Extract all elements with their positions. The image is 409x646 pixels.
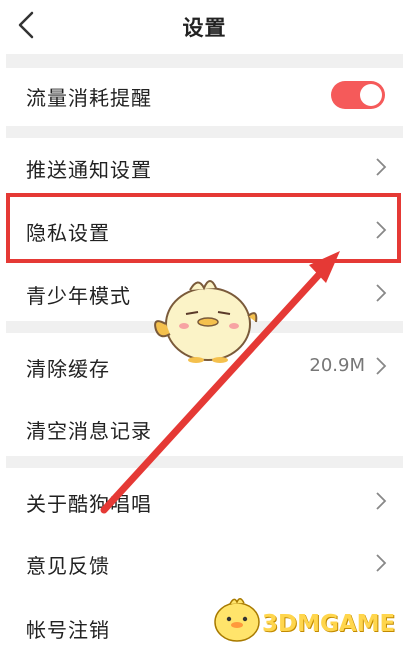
watermark-text: 3DMGAME (262, 611, 396, 637)
chevron-right-icon (376, 492, 387, 510)
feedback-label: 意见反馈 (26, 554, 110, 578)
clear-cache-label: 清除缓存 (26, 357, 110, 381)
chevron-right-icon (376, 158, 387, 176)
traffic-reminder-toggle[interactable] (331, 81, 385, 109)
chick-mascot-icon (154, 280, 258, 363)
push-settings-row[interactable]: 推送通知设置 (6, 138, 403, 196)
push-settings-label: 推送通知设置 (26, 158, 152, 182)
about-row[interactable]: 关于酷狗唱唱 (6, 468, 403, 532)
account-cancel-label: 帐号注销 (26, 618, 110, 642)
toggle-knob (360, 84, 382, 106)
chevron-right-icon (376, 554, 387, 572)
traffic-reminder-row[interactable]: 流量消耗提醒 (6, 68, 403, 126)
privacy-settings-label: 隐私设置 (26, 221, 110, 245)
clear-messages-row[interactable]: 清空消息记录 (6, 398, 403, 456)
cache-size-value: 20.9M (309, 355, 365, 376)
about-label: 关于酷狗唱唱 (26, 492, 152, 516)
section-gap (6, 54, 403, 68)
youth-mode-label: 青少年模式 (26, 284, 131, 308)
header: 设置 (0, 0, 409, 54)
feedback-row[interactable]: 意见反馈 (6, 533, 403, 593)
chevron-right-icon (376, 357, 387, 375)
traffic-reminder-label: 流量消耗提醒 (26, 86, 152, 110)
chevron-right-icon (376, 284, 387, 302)
section-gap (6, 456, 403, 468)
privacy-settings-row[interactable]: 隐私设置 (6, 197, 403, 261)
clear-messages-label: 清空消息记录 (26, 419, 152, 443)
watermark-chick-icon (214, 598, 260, 642)
section-gap (6, 126, 403, 138)
chevron-right-icon (376, 221, 387, 239)
page-title: 设置 (182, 16, 227, 40)
